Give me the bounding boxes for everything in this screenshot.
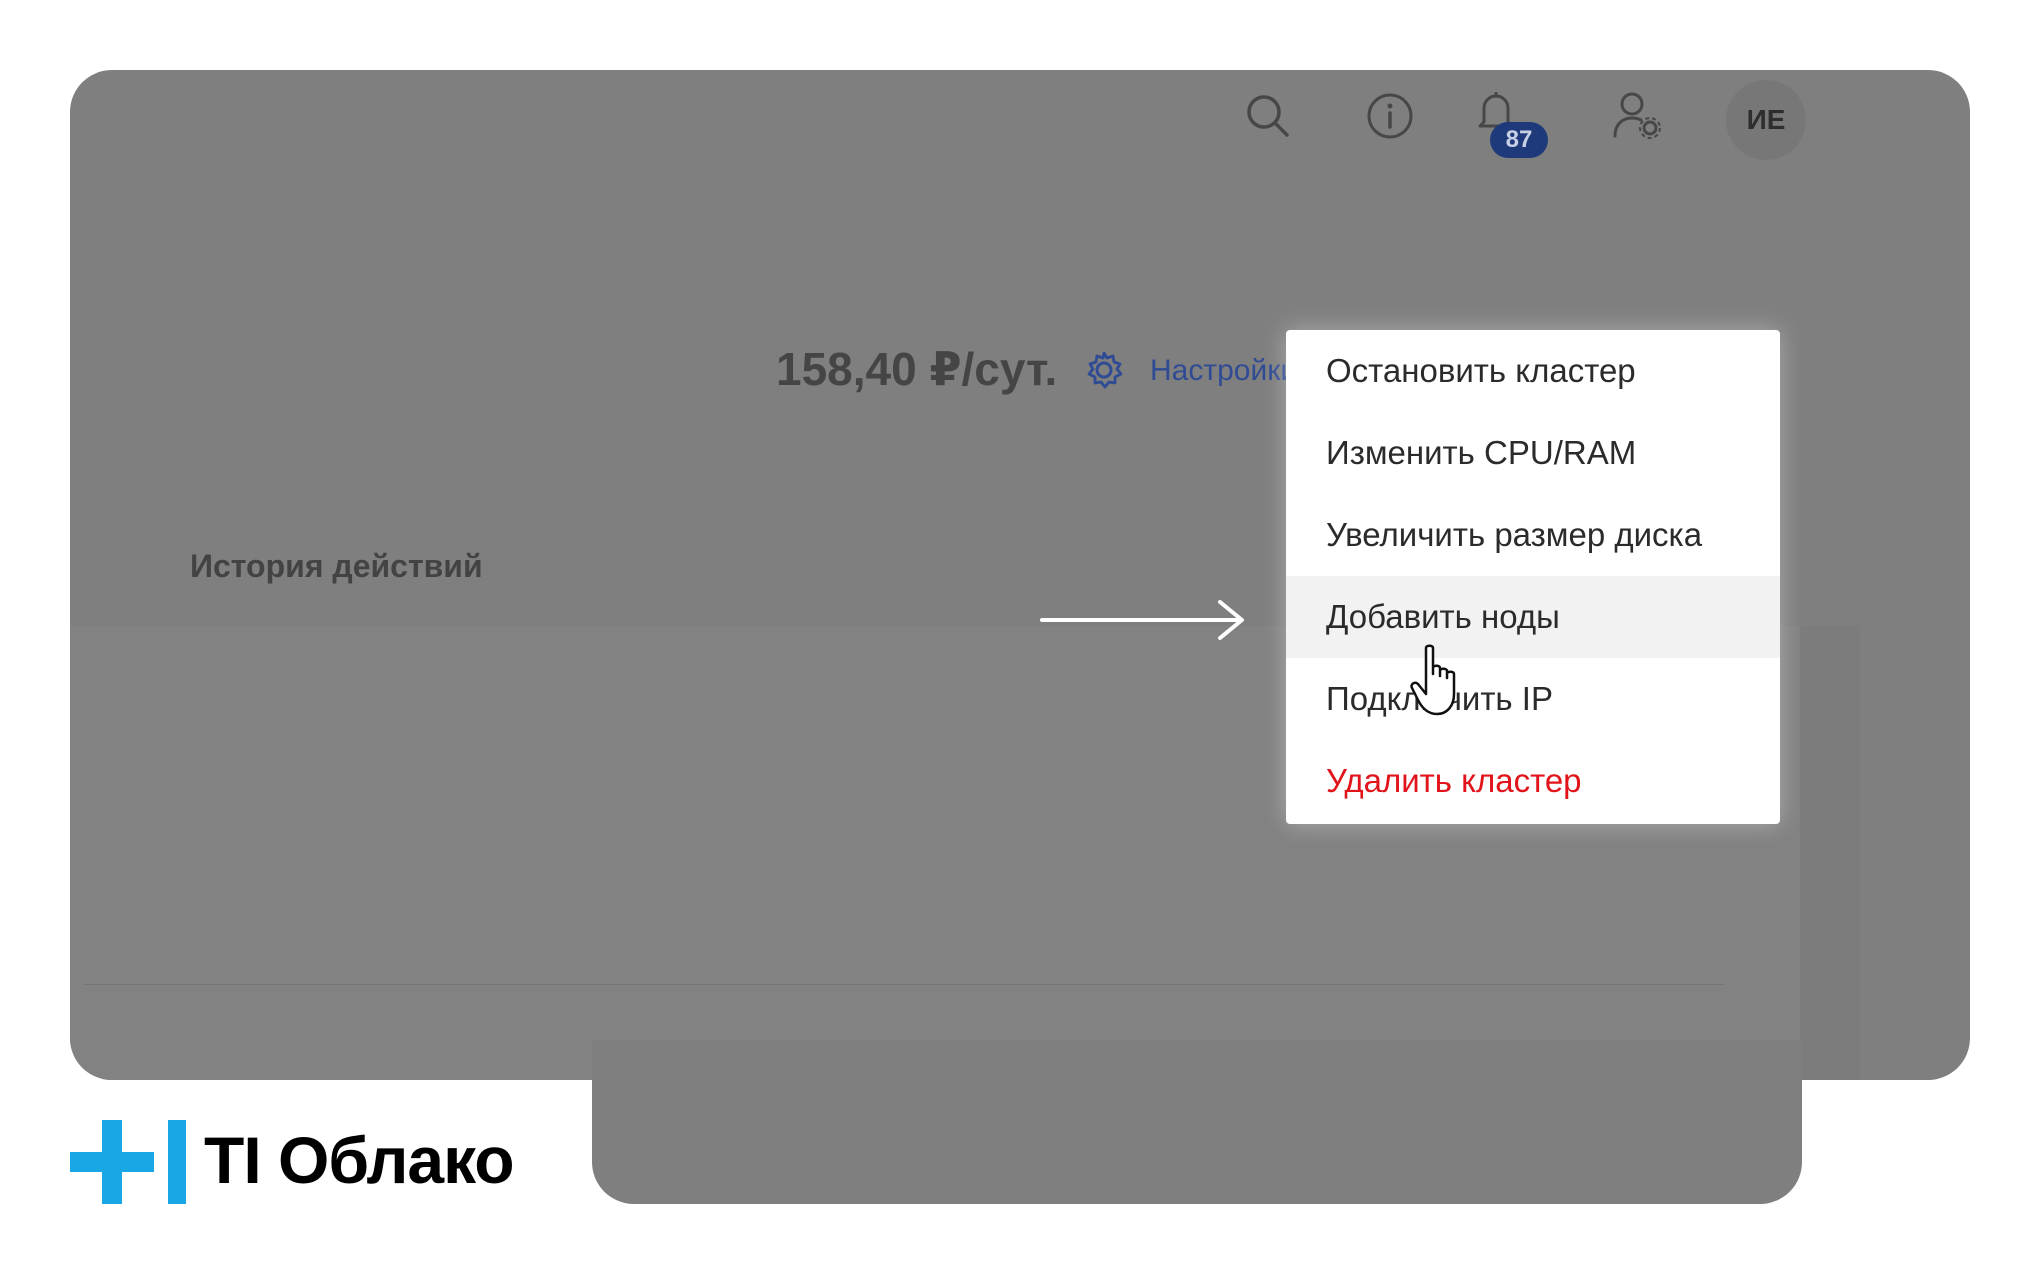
hand-cursor-icon [1410,644,1466,725]
info-icon[interactable] [1366,92,1414,140]
history-title: История действий [190,548,483,584]
menu-item-change-cpu-ram[interactable]: Изменить CPU/RAM [1286,412,1780,494]
slide-frame: 87 ИЕ 158,40 ₽/сут. Настройки История де… [0,0,2028,1268]
settings-link[interactable]: Настройки [1150,354,1286,388]
logo-icon [70,1120,188,1209]
gear-icon[interactable] [1084,350,1124,395]
menu-item-stop-cluster[interactable]: Остановить кластер [1286,330,1780,412]
search-icon[interactable] [1244,92,1292,140]
menu-item-delete-cluster[interactable]: Удалить кластер [1286,740,1780,822]
side-strip [1800,626,1860,1080]
menu-item-add-nodes[interactable]: Добавить ноды [1286,576,1780,658]
dimmed-screen-extension [592,1040,1802,1204]
user-settings-icon[interactable] [1612,90,1662,142]
price-per-day: 158,40 ₽/сут. [776,343,1058,395]
corner-background [1802,1080,2028,1268]
brand-name: TI Облако [204,1123,515,1197]
notification-badge: 87 [1490,122,1548,158]
arrow-right-icon [1040,598,1246,647]
divider [84,984,1724,985]
menu-item-attach-ip[interactable]: Подключить IP [1286,658,1780,740]
menu-item-increase-disk[interactable]: Увеличить размер диска [1286,494,1780,576]
avatar[interactable]: ИЕ [1726,80,1806,160]
cluster-context-menu: Остановить кластер Изменить CPU/RAM Увел… [1286,330,1780,824]
